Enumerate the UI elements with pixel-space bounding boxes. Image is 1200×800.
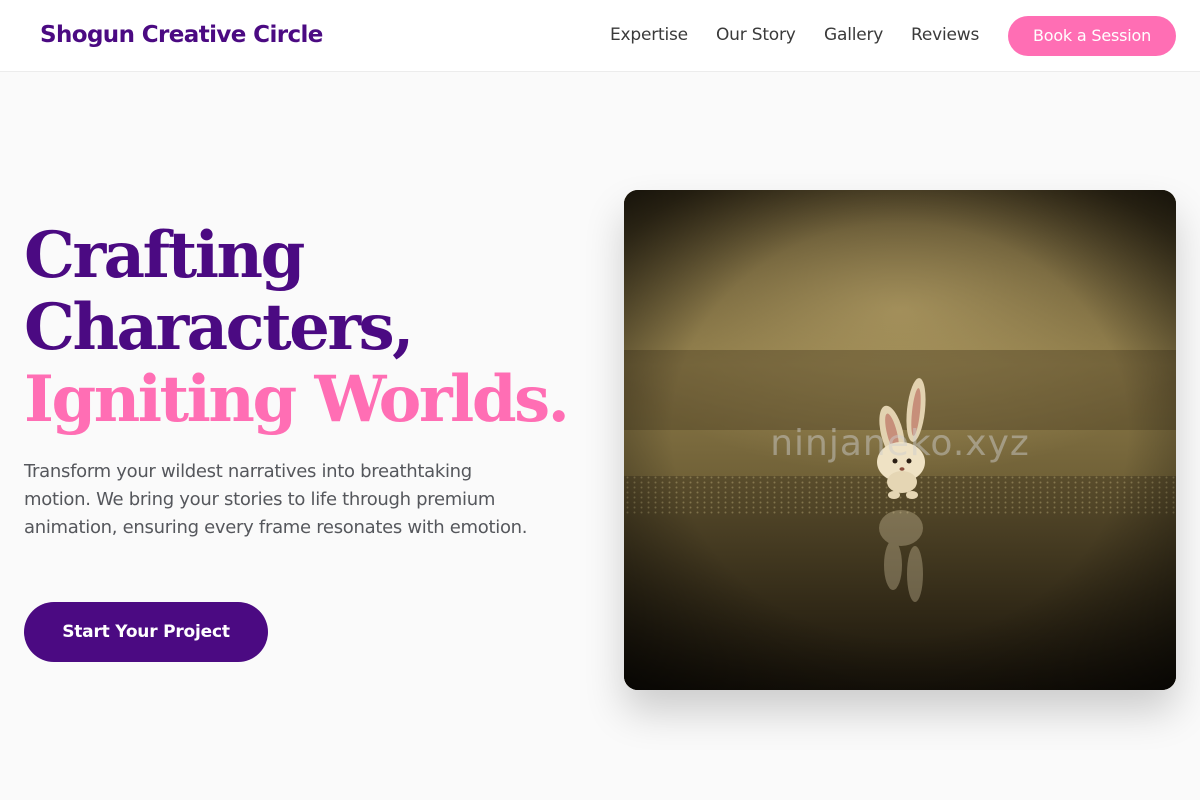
hero-description: Transform your wildest narratives into b… [24, 461, 528, 538]
book-session-button[interactable]: Book a Session [1008, 16, 1176, 56]
image-watermark: ninjaneko.xyz [770, 423, 1030, 464]
hero-image: ninjaneko.xyz [624, 190, 1176, 690]
hero-title-line-2: Characters, [24, 290, 414, 365]
site-header: Shogun Creative Circle Expertise Our Sto… [0, 0, 1200, 72]
nav-link-expertise[interactable]: Expertise [610, 24, 688, 46]
start-project-button[interactable]: Start Your Project [24, 602, 268, 662]
nav-link-reviews[interactable]: Reviews [911, 24, 979, 46]
hero-title-accent-line: Igniting Worlds. [24, 362, 570, 437]
nav-link-our-story[interactable]: Our Story [716, 24, 796, 46]
hero-title: Crafting Characters, Igniting Worlds. [24, 220, 594, 436]
nav-link-gallery[interactable]: Gallery [824, 24, 883, 46]
hero-title-line-1: Crafting [24, 218, 305, 293]
brand-logo[interactable]: Shogun Creative Circle [40, 20, 323, 50]
